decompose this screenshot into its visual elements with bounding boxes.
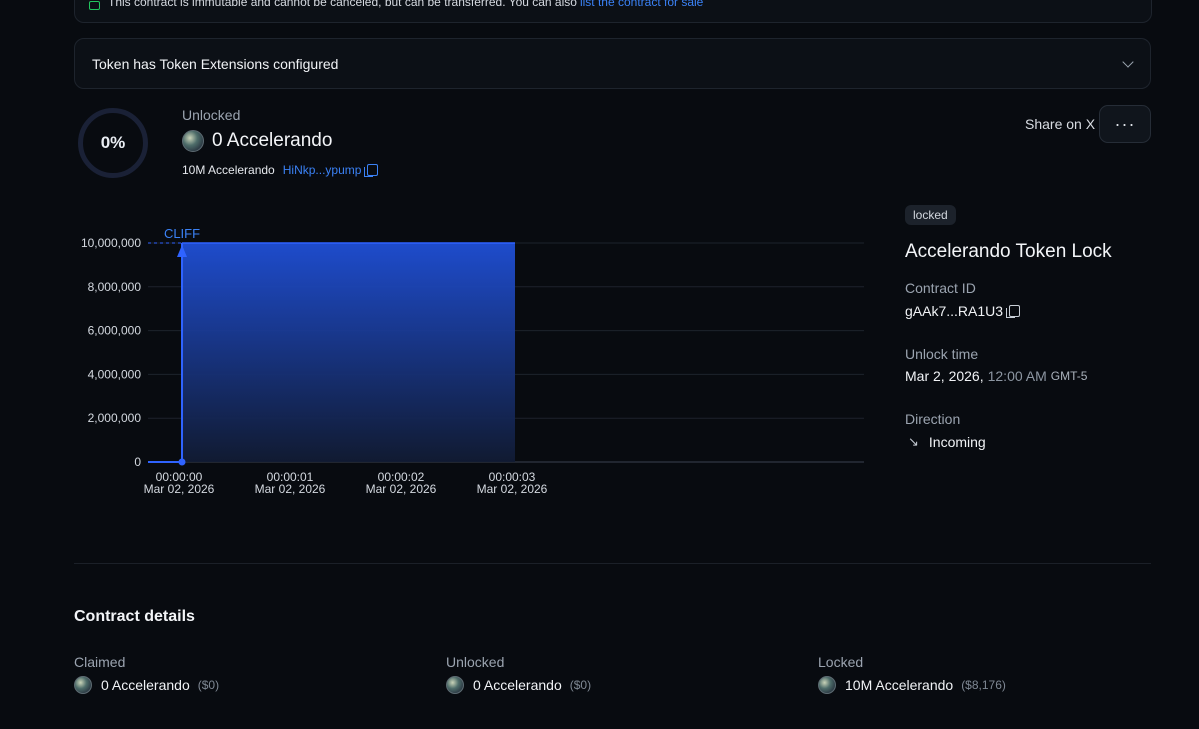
y-tick-label: 2,000,000 xyxy=(88,411,142,425)
unlock-clock: 12:00 AM xyxy=(987,368,1047,384)
direction-value: Incoming xyxy=(928,434,986,450)
unlock-chart: CLIFF 0 2,000,000 4,000,000 6,000,000 8,000,… xyxy=(81,226,864,496)
x-tick-date: Mar 02, 2026 xyxy=(255,482,326,496)
lock-icon xyxy=(89,1,100,10)
unlock-time: Mar 2, 2026, 12:00 AM GMT-5 xyxy=(905,368,1087,384)
copy-icon[interactable] xyxy=(364,164,379,177)
area-fill xyxy=(182,243,515,462)
contract-id-label: Contract ID xyxy=(905,280,976,296)
progress-percent: 0% xyxy=(100,133,126,152)
y-tick-label: 0 xyxy=(134,455,141,469)
locked-usd: ($8,176) xyxy=(961,678,1006,692)
mint-address-link[interactable]: HiNkp...ypump xyxy=(283,163,362,177)
y-tick-label: 6,000,000 xyxy=(88,324,142,338)
more-options-button[interactable]: ··· xyxy=(1099,105,1151,143)
more-icon: ··· xyxy=(1114,113,1136,134)
token-total-line: 10M Accelerando HiNkp...ypump xyxy=(182,163,379,177)
notice-text: This contract is immutable and cannot be… xyxy=(108,0,577,9)
claimed-label: Claimed xyxy=(74,654,126,670)
unlock-timezone: GMT-5 xyxy=(1050,369,1088,383)
status-badge: locked xyxy=(905,205,956,225)
contract-details-title: Contract details xyxy=(74,608,195,625)
x-tick-date: Mar 02, 2026 xyxy=(477,482,548,496)
token-avatar xyxy=(818,676,836,694)
unlock-date: Mar 2, 2026, xyxy=(905,368,984,384)
unlocked-detail-usd: ($0) xyxy=(569,678,592,692)
locked-amount: 10M Accelerando xyxy=(845,677,954,693)
x-tick-date: Mar 02, 2026 xyxy=(144,482,215,496)
copy-icon[interactable] xyxy=(1006,305,1021,318)
immutable-notice: This contract is immutable and cannot be… xyxy=(74,0,1152,23)
direction: ↘ Incoming xyxy=(905,434,986,450)
unlocked-detail-amount: 0 Accelerando xyxy=(473,677,562,693)
start-point xyxy=(178,458,186,466)
share-on-x-button[interactable]: Share on X xyxy=(1025,116,1095,132)
direction-label: Direction xyxy=(905,411,961,427)
unlocked-label: Unlocked xyxy=(182,107,241,123)
list-for-sale-link[interactable]: list the contract for sale xyxy=(580,0,703,9)
section-divider xyxy=(74,563,1151,564)
arrow-down-right-icon: ↘ xyxy=(908,434,919,449)
unlocked-detail-label: Unlocked xyxy=(446,654,505,670)
y-tick-label: 8,000,000 xyxy=(88,280,142,294)
lock-title: Accelerando Token Lock xyxy=(905,241,1112,262)
claimed-value: 0 Accelerando ($0) xyxy=(74,676,219,694)
contract-id-value: gAAk7...RA1U3 xyxy=(905,303,1004,319)
y-tick-label: 4,000,000 xyxy=(88,367,142,381)
locked-label: Locked xyxy=(818,654,864,670)
token-total: 10M Accelerando xyxy=(182,163,275,177)
token-avatar xyxy=(74,676,92,694)
token-extensions-banner[interactable]: Token has Token Extensions configured xyxy=(74,38,1151,89)
chevron-down-icon xyxy=(1122,55,1134,68)
token-avatar xyxy=(446,676,464,694)
unlocked-amount: 0 Accelerando xyxy=(182,130,332,152)
unlocked-detail-value: 0 Accelerando ($0) xyxy=(446,676,591,694)
claimed-amount: 0 Accelerando xyxy=(101,677,190,693)
cliff-annotation: CLIFF xyxy=(164,226,200,241)
token-extensions-label: Token has Token Extensions configured xyxy=(92,55,339,72)
contract-id: gAAk7...RA1U3 xyxy=(905,303,1021,319)
token-avatar xyxy=(182,130,204,152)
locked-value: 10M Accelerando ($8,176) xyxy=(818,676,1006,694)
unlock-progress-ring: 0% xyxy=(78,108,148,178)
x-tick-date: Mar 02, 2026 xyxy=(366,482,437,496)
unlocked-amount-text: 0 Accelerando xyxy=(212,130,333,151)
y-tick-label: 10,000,000 xyxy=(81,236,141,250)
unlock-time-label: Unlock time xyxy=(905,346,979,362)
claimed-usd: ($0) xyxy=(197,678,220,692)
